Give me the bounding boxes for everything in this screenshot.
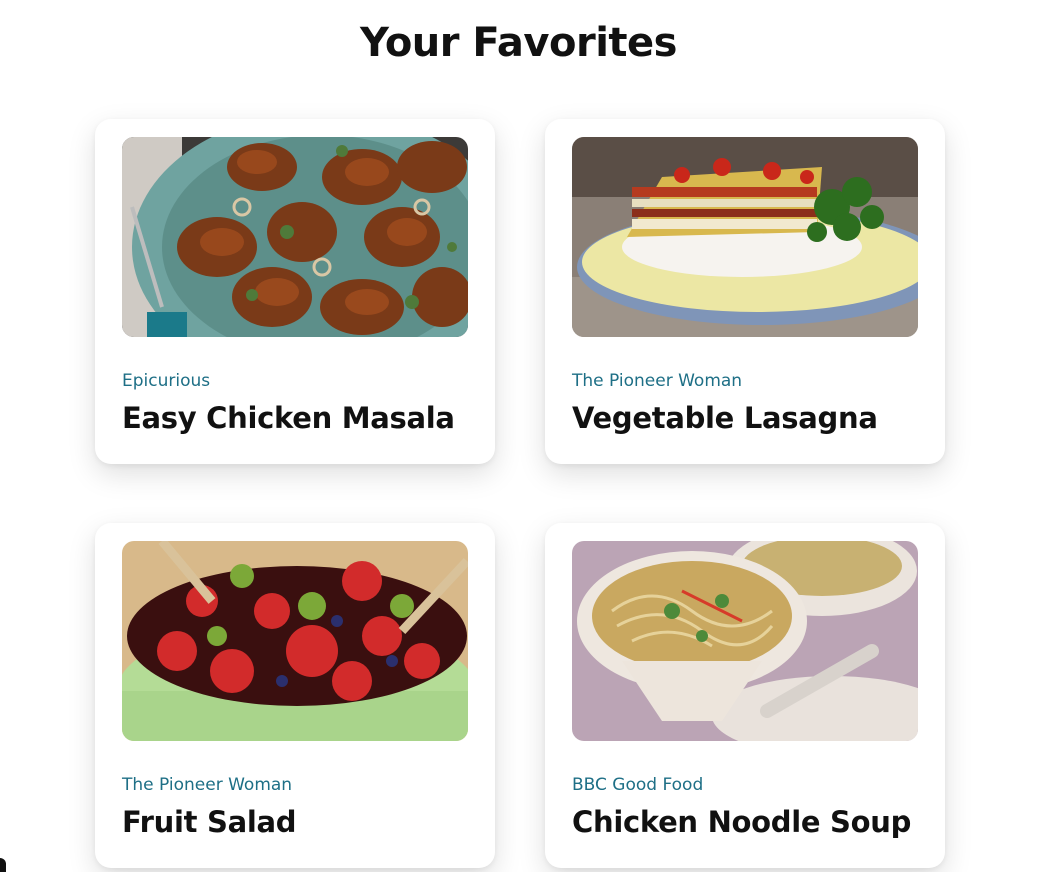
recipe-title[interactable]: Chicken Noodle Soup xyxy=(572,805,911,839)
recipe-card[interactable]: Epicurious Easy Chicken Masala xyxy=(95,119,495,464)
window-corner xyxy=(0,858,6,872)
recipe-image[interactable] xyxy=(122,541,468,741)
recipe-source: BBC Good Food xyxy=(572,775,704,795)
recipe-image[interactable] xyxy=(122,137,468,337)
recipe-source: The Pioneer Woman xyxy=(572,371,743,391)
recipe-source: The Pioneer Woman xyxy=(122,775,293,795)
recipe-title[interactable]: Fruit Salad xyxy=(122,805,297,839)
recipe-card[interactable]: The Pioneer Woman Vegetable Lasagna xyxy=(545,119,945,464)
recipe-card[interactable]: BBC Good Food Chicken Noodle Soup xyxy=(545,523,945,868)
recipe-image[interactable] xyxy=(572,137,918,337)
chicken-noodle-soup-photo xyxy=(572,541,918,741)
fruit-salad-photo xyxy=(122,541,468,741)
recipe-title[interactable]: Easy Chicken Masala xyxy=(122,401,455,435)
recipe-card[interactable]: The Pioneer Woman Fruit Salad xyxy=(95,523,495,868)
vegetable-lasagna-photo xyxy=(572,137,918,337)
recipe-title[interactable]: Vegetable Lasagna xyxy=(572,401,878,435)
recipe-source: Epicurious xyxy=(122,371,211,391)
recipe-image[interactable] xyxy=(572,541,918,741)
favorites-grid: Epicurious Easy Chicken Masala The Pione… xyxy=(0,0,1037,872)
chicken-masala-photo xyxy=(122,137,468,337)
